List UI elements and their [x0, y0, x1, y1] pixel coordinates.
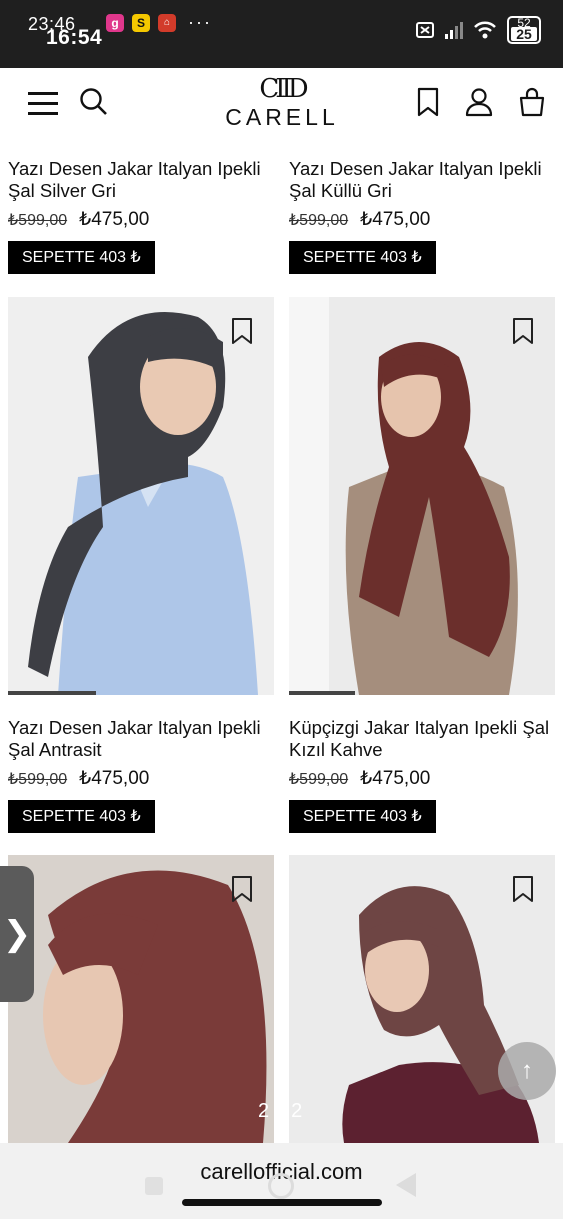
old-price: ₺599,00: [289, 771, 349, 788]
menu-button[interactable]: [28, 92, 58, 116]
status-time: 16:54: [46, 26, 103, 49]
status-bar: 23:46 16:54 g S ⌂ ··· 52 25: [0, 0, 563, 68]
price-row: ₺599,00 ₺475,00: [289, 767, 559, 790]
current-price: ₺475,00: [79, 209, 150, 230]
cart-discount-button[interactable]: SEPETTE 403 ₺: [8, 241, 155, 274]
product-name[interactable]: Yazı Desen Jakar Italyan Ipekli Şal Silv…: [8, 158, 278, 202]
product-image[interactable]: [8, 297, 274, 695]
cart-discount-button[interactable]: SEPETTE 403 ₺: [289, 800, 436, 833]
favorites-icon[interactable]: [412, 86, 444, 118]
wifi-icon: [474, 21, 496, 39]
product-photo-antrasit: [8, 297, 274, 695]
product-card-info: Yazı Desen Jakar Italyan Ipekli Şal Silv…: [8, 158, 278, 274]
notification-home-icon: ⌂: [158, 14, 176, 32]
more-notifications-icon: ···: [188, 12, 212, 32]
old-price: ₺599,00: [8, 771, 68, 788]
product-name[interactable]: Yazı Desen Jakar Italyan Ipekli Şal Antr…: [8, 717, 278, 761]
account-icon[interactable]: [463, 86, 495, 118]
side-drawer-tab[interactable]: ❯: [0, 866, 34, 1002]
cart-discount-button[interactable]: SEPETTE 403 ₺: [289, 241, 436, 274]
gesture-bar[interactable]: [182, 1199, 382, 1206]
search-icon[interactable]: [78, 86, 110, 118]
back-icon[interactable]: [396, 1173, 416, 1197]
image-slider-indicator: [289, 691, 355, 695]
scroll-to-top-button[interactable]: ↑: [498, 1042, 556, 1100]
current-price: ₺475,00: [79, 768, 150, 789]
site-header: CIID CARELL: [0, 68, 563, 144]
price-row: ₺599,00 ₺475,00: [289, 208, 559, 231]
recent-apps-icon[interactable]: [145, 1177, 163, 1195]
add-to-favorites-icon[interactable]: [230, 317, 254, 345]
signal-icon: [445, 22, 463, 39]
battery-icon: 52 25: [507, 16, 541, 44]
current-price: ₺475,00: [360, 209, 431, 230]
product-card-info: Yazı Desen Jakar Italyan Ipekli Şal Antr…: [8, 717, 278, 833]
product-photo-kizil-kahve: [289, 297, 555, 695]
current-price: ₺475,00: [360, 768, 431, 789]
add-to-favorites-icon[interactable]: [230, 875, 254, 903]
product-card-info: Küpçizgi Jakar Italyan Ipekli Şal Kızıl …: [289, 717, 559, 833]
price-row: ₺599,00 ₺475,00: [8, 208, 278, 231]
product-name[interactable]: Yazı Desen Jakar Italyan Ipekli Şal Küll…: [289, 158, 559, 202]
product-image[interactable]: [289, 297, 555, 695]
image-slider-indicator: [8, 691, 96, 695]
status-right-icons: 52 25: [415, 12, 541, 48]
page-indicator: 22: [258, 1100, 325, 1122]
product-image[interactable]: [289, 855, 555, 1143]
no-sim-icon: [416, 22, 434, 38]
product-card-info: Yazı Desen Jakar Italyan Ipekli Şal Küll…: [289, 158, 559, 274]
notification-g-icon: g: [106, 14, 124, 32]
old-price: ₺599,00: [289, 212, 349, 229]
home-icon[interactable]: [268, 1173, 294, 1199]
logo-text: CARELL: [225, 104, 339, 130]
old-price: ₺599,00: [8, 212, 68, 229]
price-row: ₺599,00 ₺475,00: [8, 767, 278, 790]
product-name[interactable]: Küpçizgi Jakar Italyan Ipekli Şal Kızıl …: [289, 717, 559, 761]
cart-discount-button[interactable]: SEPETTE 403 ₺: [8, 800, 155, 833]
brand-logo[interactable]: CIID CARELL: [222, 76, 342, 131]
notification-s-icon: S: [132, 14, 150, 32]
product-image[interactable]: [8, 855, 274, 1143]
logo-mark: CIID: [259, 74, 308, 104]
browser-url-bar: carellofficial.com: [0, 1143, 563, 1219]
add-to-favorites-icon[interactable]: [511, 875, 535, 903]
add-to-favorites-icon[interactable]: [511, 317, 535, 345]
cart-icon[interactable]: [516, 86, 548, 118]
